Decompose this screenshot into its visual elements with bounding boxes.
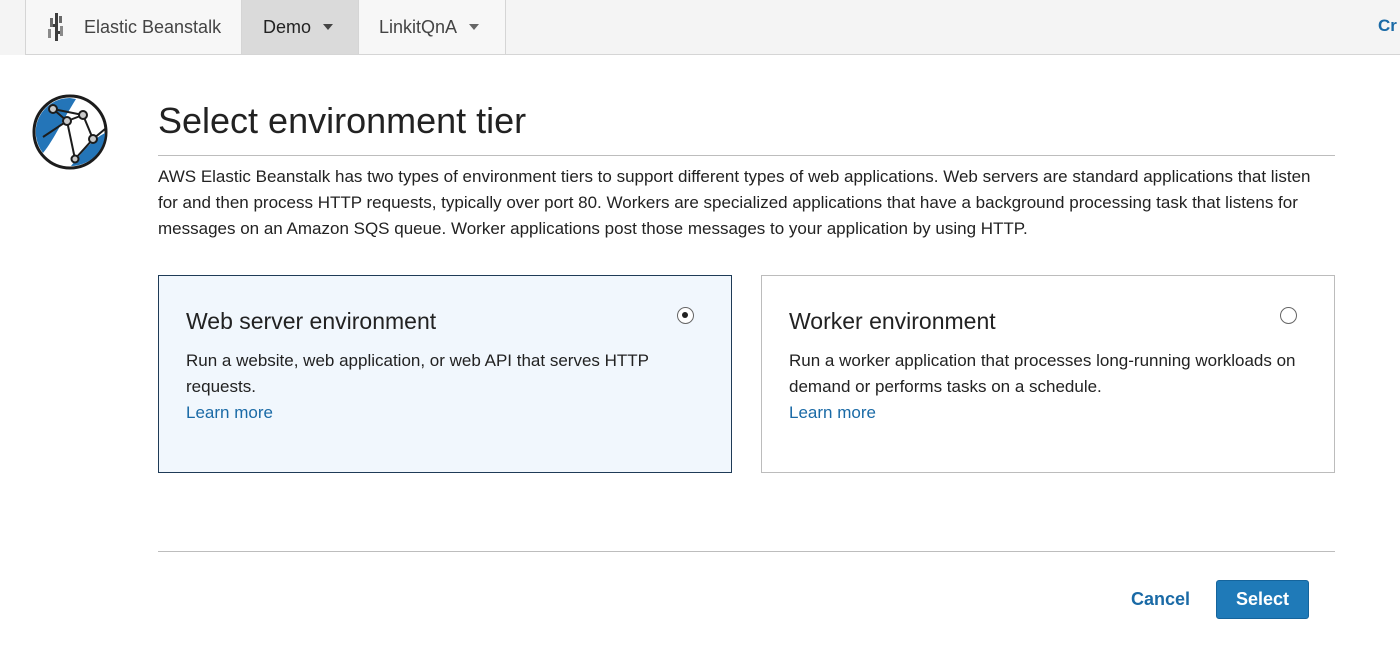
web-server-tier-radio[interactable] (677, 307, 694, 324)
create-link[interactable]: Cr (1378, 16, 1397, 36)
select-button[interactable]: Select (1216, 580, 1309, 619)
select-button-label: Select (1235, 589, 1290, 609)
top-navigation-bar: Elastic Beanstalk Demo LinkitQnA Cr (0, 0, 1400, 55)
globe-icon (32, 94, 108, 170)
radio-selected-dot (682, 312, 688, 318)
title-divider (158, 155, 1335, 156)
web-server-tier-description: Run a website, web application, or web A… (186, 351, 649, 396)
breadcrumb-elastic-beanstalk[interactable]: Elastic Beanstalk (25, 0, 241, 54)
chevron-down-icon (469, 24, 480, 30)
elastic-beanstalk-logo-icon (48, 13, 63, 41)
worker-tier-card[interactable]: Worker environment Run a worker applicat… (761, 275, 1335, 473)
worker-tier-radio[interactable] (1280, 307, 1297, 324)
footer-divider (158, 551, 1335, 552)
app-name: Elastic Beanstalk (84, 16, 222, 37)
worker-learn-more-link[interactable]: Learn more (789, 400, 1309, 426)
breadcrumb-application[interactable]: Demo (241, 0, 358, 54)
topbar-edge (0, 0, 25, 55)
worker-tier-title: Worker environment (789, 308, 996, 334)
breadcrumb-environment[interactable]: LinkitQnA (358, 0, 506, 54)
web-server-tier-title: Web server environment (186, 308, 437, 334)
breadcrumb-environment-label: LinkitQnA (379, 16, 458, 37)
breadcrumb-application-label: Demo (263, 16, 312, 37)
page-description: AWS Elastic Beanstalk has two types of e… (158, 167, 1311, 238)
web-server-tier-text: Run a website, web application, or web A… (186, 348, 706, 426)
worker-tier-text: Run a worker application that processes … (789, 348, 1309, 426)
cancel-button[interactable]: Cancel (1131, 589, 1190, 610)
web-server-learn-more-link[interactable]: Learn more (186, 400, 706, 426)
worker-tier-description: Run a worker application that processes … (789, 351, 1296, 396)
web-server-tier-card[interactable]: Web server environment Run a website, we… (158, 275, 732, 473)
chevron-down-icon (323, 24, 334, 30)
page-title: Select environment tier (158, 100, 527, 141)
